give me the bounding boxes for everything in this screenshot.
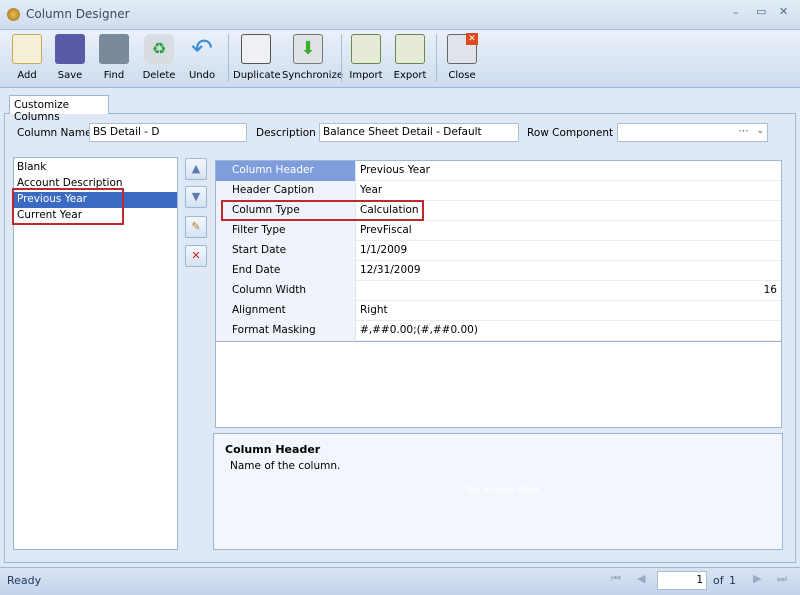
- divider: [216, 341, 781, 342]
- of-label: of: [713, 574, 724, 587]
- property-row[interactable]: Start Date 1/1/2009: [216, 241, 781, 261]
- undo-button[interactable]: ↶ Undo: [183, 32, 221, 86]
- save-icon: [55, 34, 85, 64]
- maximize-button[interactable]: ▭: [756, 5, 766, 18]
- property-value[interactable]: Year: [355, 181, 781, 201]
- help-panel: Column Header Name of the column. No ima…: [213, 433, 783, 550]
- chevron-down-icon[interactable]: ⌄: [756, 126, 764, 136]
- property-key: Header Caption: [216, 181, 355, 201]
- description-input[interactable]: Balance Sheet Detail - Default: [319, 123, 519, 142]
- add-button[interactable]: Add: [8, 32, 46, 86]
- property-key: Filter Type: [216, 221, 355, 241]
- duplicate-icon: [241, 34, 271, 64]
- undo-label: Undo: [188, 70, 216, 81]
- property-value[interactable]: 16: [355, 281, 781, 301]
- property-row[interactable]: Column Width 16: [216, 281, 781, 301]
- triangle-up-icon: ▲: [191, 162, 201, 175]
- toolbar: Add Save Find ♻ Delete ↶ Undo Duplicate ⬇ S…: [0, 30, 800, 88]
- close-window-button[interactable]: ✕: [779, 5, 788, 18]
- property-row[interactable]: Header Caption Year: [216, 181, 781, 201]
- delete-button[interactable]: ♻ Delete: [139, 32, 179, 86]
- find-icon: [99, 34, 129, 64]
- list-item[interactable]: Blank: [14, 160, 177, 176]
- help-text: Name of the column.: [230, 460, 341, 472]
- property-key: Start Date: [216, 241, 355, 261]
- column-name-label: Column Name: [17, 127, 92, 139]
- close-icon: ✕: [447, 33, 478, 64]
- add-icon: [12, 34, 42, 64]
- next-page-button[interactable]: ▶: [753, 572, 761, 585]
- property-row[interactable]: Format Masking #,##0.00;(#,##0.00): [216, 321, 781, 341]
- property-value[interactable]: 12/31/2009: [355, 261, 781, 281]
- find-button[interactable]: Find: [95, 32, 133, 86]
- export-label: Export: [393, 70, 427, 81]
- highlight-box: [221, 200, 424, 221]
- property-row[interactable]: End Date 12/31/2009: [216, 261, 781, 281]
- title-bar: Column Designer – ▭ ✕: [0, 0, 800, 30]
- move-up-button[interactable]: ▲: [185, 158, 207, 180]
- export-button[interactable]: Export: [391, 32, 429, 86]
- first-page-button[interactable]: ⏮: [611, 572, 621, 586]
- property-key: Format Masking: [216, 321, 355, 341]
- remove-button[interactable]: ✕: [185, 245, 207, 267]
- property-row[interactable]: Column Header Previous Year: [216, 161, 781, 181]
- row-component-select[interactable]: ⋯ ⌄: [617, 123, 768, 142]
- watermark-text: No image data: [466, 485, 540, 496]
- save-button[interactable]: Save: [51, 32, 89, 86]
- import-label: Import: [349, 70, 383, 81]
- property-key: Column Width: [216, 281, 355, 301]
- total-pages: 1: [729, 574, 736, 587]
- window-title: Column Designer: [26, 7, 130, 21]
- import-button[interactable]: Import: [347, 32, 385, 86]
- add-label: Add: [17, 70, 37, 81]
- highlight-box: [12, 188, 124, 225]
- status-bar: Ready ⏮ ◀ 1 of 1 ▶ ⏭: [0, 567, 800, 595]
- close-label: Close: [448, 70, 476, 81]
- tab-customize-columns[interactable]: Customize Columns: [9, 95, 109, 123]
- property-key: Column Header: [216, 161, 355, 181]
- page-input[interactable]: 1: [657, 571, 707, 590]
- close-button[interactable]: ✕ Close: [443, 32, 481, 86]
- export-icon: [395, 34, 425, 64]
- separator: [436, 34, 437, 82]
- synchronize-icon: ⬇: [293, 34, 323, 64]
- help-title: Column Header: [225, 443, 321, 456]
- save-label: Save: [57, 70, 83, 81]
- property-value[interactable]: PrevFiscal: [355, 221, 781, 241]
- find-label: Find: [103, 70, 125, 81]
- edit-button[interactable]: ✎: [185, 216, 207, 238]
- column-name-input[interactable]: BS Detail - D: [89, 123, 247, 142]
- status-text: Ready: [7, 574, 42, 587]
- pencil-icon: ✎: [191, 220, 201, 233]
- property-value[interactable]: #,##0.00;(#,##0.00): [355, 321, 781, 341]
- separator: [341, 34, 342, 82]
- synchronize-button[interactable]: ⬇ Synchronize: [282, 32, 343, 86]
- property-row[interactable]: Filter Type PrevFiscal: [216, 221, 781, 241]
- row-component-label: Row Component: [527, 127, 614, 139]
- delete-label: Delete: [142, 70, 176, 81]
- move-down-button[interactable]: ▼: [185, 186, 207, 208]
- synchronize-label: Synchronize: [282, 70, 343, 81]
- property-value[interactable]: Previous Year: [355, 161, 781, 181]
- delete-icon: ♻: [144, 34, 174, 64]
- import-icon: [351, 34, 381, 64]
- duplicate-label: Duplicate: [233, 70, 281, 81]
- ellipsis-icon[interactable]: ⋯: [739, 125, 750, 137]
- duplicate-button[interactable]: Duplicate: [233, 32, 281, 86]
- minimize-button[interactable]: –: [733, 6, 739, 19]
- app-icon: [7, 8, 20, 21]
- delete-x-icon: ✕: [191, 249, 201, 262]
- triangle-down-icon: ▼: [191, 190, 201, 203]
- last-page-button[interactable]: ⏭: [777, 572, 787, 586]
- prev-page-button[interactable]: ◀: [637, 572, 645, 585]
- undo-icon: ↶: [191, 34, 213, 64]
- property-value[interactable]: Right: [355, 301, 781, 321]
- description-label: Description: [256, 127, 316, 139]
- separator: [228, 34, 229, 82]
- property-key: Alignment: [216, 301, 355, 321]
- property-row[interactable]: Alignment Right: [216, 301, 781, 321]
- property-value[interactable]: 1/1/2009: [355, 241, 781, 261]
- property-key: End Date: [216, 261, 355, 281]
